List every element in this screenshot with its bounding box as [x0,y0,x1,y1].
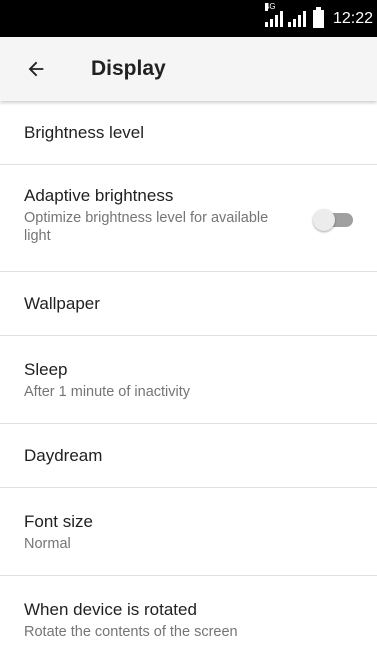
setting-title: Brightness level [24,123,145,142]
setting-summary: Optimize brightness level for available … [24,210,269,244]
setting-summary: Rotate the contents of the screen [24,624,238,640]
setting-sleep[interactable]: Sleep After 1 minute of inactivity [0,336,377,424]
settings-list: Brightness level Adaptive brightness Opt… [0,101,377,664]
cellular-4g-signal-icon: 4G [264,2,283,27]
network-type-label: 4G [264,1,276,11]
setting-brightness-level[interactable]: Brightness level [0,101,377,165]
setting-title: Daydream [24,446,103,465]
status-time: 12:22 [332,9,373,27]
arrow-back-icon [28,61,44,77]
app-bar: Display [0,37,377,101]
page-title: Display [91,57,166,80]
setting-wallpaper[interactable]: Wallpaper [0,272,377,336]
setting-when-device-rotated[interactable]: When device is rotated Rotate the conten… [0,576,377,664]
back-button[interactable] [18,51,54,87]
status-icons: 4G 12:22 [264,0,373,37]
cellular-signal-icon [287,10,306,27]
setting-font-size[interactable]: Font size Normal [0,488,377,576]
setting-summary: After 1 minute of inactivity [24,384,191,400]
toggle-thumb [313,209,335,231]
setting-title: Wallpaper [24,294,100,313]
setting-summary: Normal [24,536,71,552]
setting-adaptive-brightness[interactable]: Adaptive brightness Optimize brightness … [0,165,377,272]
setting-title: Adaptive brightness [24,186,174,205]
status-bar: 4G 12:22 [0,0,377,37]
setting-title: Sleep [24,360,68,379]
setting-daydream[interactable]: Daydream [0,424,377,488]
adaptive-brightness-toggle[interactable] [313,208,355,232]
battery-icon [312,6,324,28]
setting-title: When device is rotated [24,600,197,619]
setting-title: Font size [24,512,93,531]
